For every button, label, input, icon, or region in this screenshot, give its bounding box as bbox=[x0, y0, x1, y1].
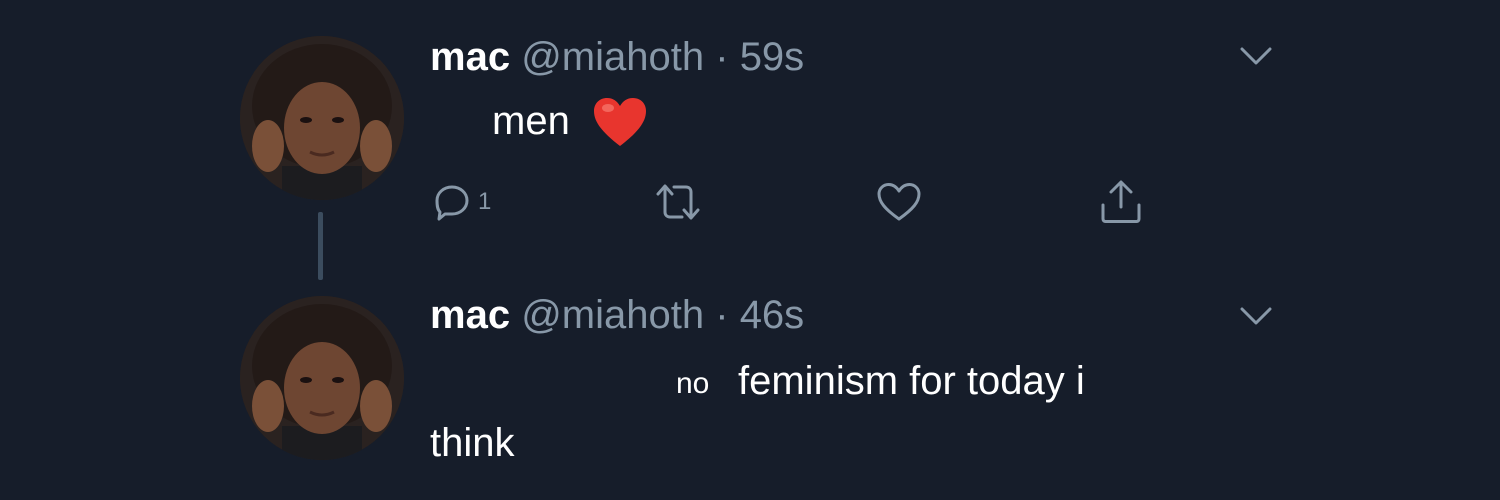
separator-dot: · bbox=[715, 35, 729, 79]
avatar-image bbox=[240, 36, 404, 200]
like-button[interactable] bbox=[876, 178, 922, 226]
tweet-1[interactable]: mac @miahoth · 59s men 1 bbox=[0, 0, 1500, 250]
retweet-button[interactable] bbox=[652, 178, 704, 226]
chevron-down-icon[interactable] bbox=[1238, 44, 1274, 68]
avatar[interactable] bbox=[240, 296, 404, 460]
display-name[interactable]: mac bbox=[430, 35, 510, 79]
avatar[interactable] bbox=[240, 36, 404, 200]
share-button[interactable] bbox=[1098, 178, 1144, 226]
tweet-text-line-2: think bbox=[430, 421, 515, 465]
red-heart-emoji-icon bbox=[594, 98, 646, 146]
tweet-text-line-1: feminism for today i bbox=[738, 359, 1085, 403]
tweet-header: mac @miahoth · 59s bbox=[430, 34, 804, 80]
tweet-text: men bbox=[492, 99, 570, 143]
reply-count: 1 bbox=[478, 188, 492, 215]
share-icon bbox=[1101, 180, 1141, 223]
avatar-image bbox=[240, 296, 404, 460]
display-name[interactable]: mac bbox=[430, 293, 510, 337]
reply-button[interactable]: 1 bbox=[432, 178, 491, 226]
separator-dot: · bbox=[715, 293, 729, 337]
user-handle[interactable]: @miahoth bbox=[521, 35, 704, 79]
timestamp[interactable]: 59s bbox=[740, 35, 805, 79]
tweet-text-prefix: no bbox=[676, 367, 710, 400]
tweet-header: mac @miahoth · 46s bbox=[430, 292, 804, 338]
retweet-icon bbox=[656, 184, 700, 220]
tweet-2[interactable]: mac @miahoth · 46s no feminism for today… bbox=[0, 250, 1500, 500]
heart-outline-icon bbox=[877, 183, 921, 221]
chevron-down-icon[interactable] bbox=[1238, 304, 1274, 328]
user-handle[interactable]: @miahoth bbox=[521, 293, 704, 337]
reply-icon bbox=[435, 185, 469, 221]
timestamp[interactable]: 46s bbox=[740, 293, 805, 337]
